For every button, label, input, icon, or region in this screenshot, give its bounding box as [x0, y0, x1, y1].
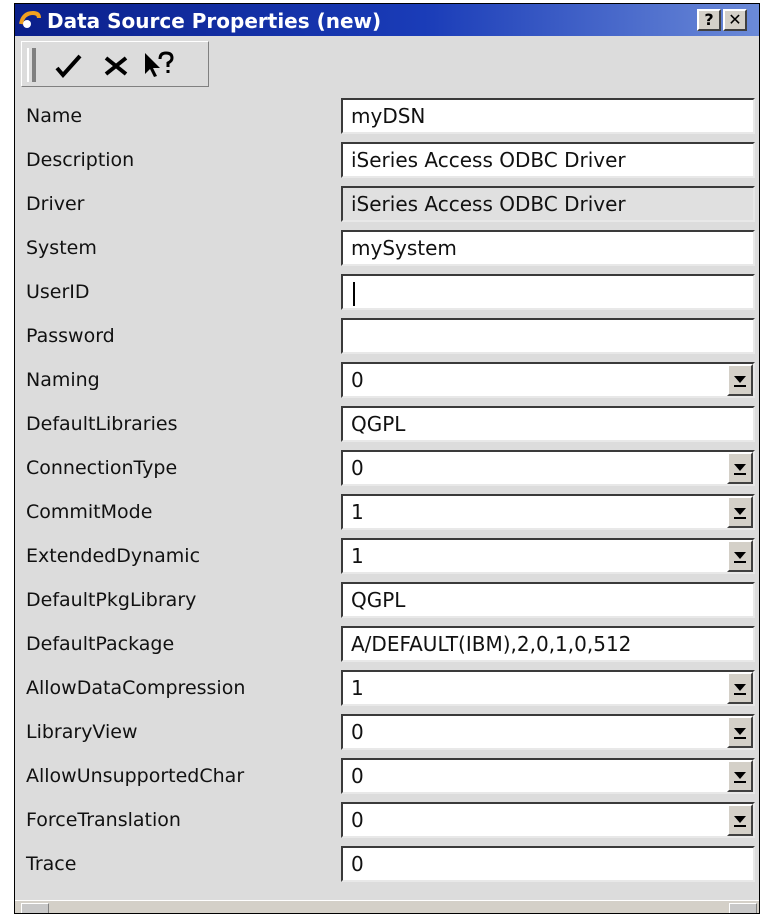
field-driver-input: iSeries Access ODBC Driver [341, 186, 755, 222]
dropdown-button[interactable] [727, 716, 753, 748]
help-button[interactable]: ? [697, 9, 721, 31]
field-defaultpkglibrary-input[interactable]: QGPL [341, 582, 755, 618]
field-allowunsupportedchar-select[interactable]: 0 [341, 758, 755, 794]
field-label-commitmode: CommitMode [26, 501, 153, 523]
dropdown-button[interactable] [727, 540, 753, 572]
field-extendeddynamic-select[interactable]: 1 [341, 538, 755, 574]
field-label-name: Name [26, 105, 83, 127]
scroll-left-button[interactable] [21, 903, 49, 913]
field-label-system: System [26, 237, 97, 259]
field-value: A/DEFAULT(IBM),2,0,1,0,512 [351, 632, 632, 656]
field-value: QGPL [351, 588, 406, 612]
chevron-down-icon [734, 508, 746, 519]
field-libraryview-select[interactable]: 0 [341, 714, 755, 750]
toolbar-grip-line [34, 48, 36, 82]
field-description-input[interactable]: iSeries Access ODBC Driver [341, 142, 755, 178]
field-label-allowunsupportedchar: AllowUnsupportedChar [26, 765, 245, 787]
field-value: 0 [351, 720, 364, 744]
field-defaultpackage-input[interactable]: A/DEFAULT(IBM),2,0,1,0,512 [341, 626, 755, 662]
cancel-x-icon[interactable] [100, 50, 132, 80]
chevron-down-icon [734, 772, 746, 783]
field-password-input[interactable] [341, 318, 755, 354]
field-label-allowdatacompression: AllowDataCompression [26, 677, 246, 699]
window-title: Data Source Properties (new) [47, 9, 382, 33]
scroll-right-button[interactable] [729, 903, 757, 913]
field-value: 1 [351, 676, 364, 700]
field-label-defaultpackage: DefaultPackage [26, 633, 175, 655]
field-trace-input[interactable]: 0 [341, 846, 755, 882]
field-label-defaultpkglibrary: DefaultPkgLibrary [26, 589, 197, 611]
app-icon [19, 10, 41, 28]
field-naming-select[interactable]: 0 [341, 362, 755, 398]
dropdown-button[interactable] [727, 804, 753, 836]
field-system-input[interactable]: mySystem [341, 230, 755, 266]
field-label-extendeddynamic: ExtendedDynamic [26, 545, 201, 567]
dialog-window: Data Source Properties (new) ? ✕ Name myD… [14, 3, 760, 914]
field-value: iSeries Access ODBC Driver [351, 192, 626, 216]
field-connectiontype-select[interactable]: 0 [341, 450, 755, 486]
chevron-down-icon [734, 552, 746, 563]
field-value: myDSN [351, 104, 426, 128]
toolbar-strip [21, 41, 209, 87]
field-commitmode-select[interactable]: 1 [341, 494, 755, 530]
horizontal-scrollbar[interactable] [15, 900, 759, 913]
field-value: 0 [351, 852, 364, 876]
field-label-naming: Naming [26, 369, 100, 391]
field-value: mySystem [351, 236, 457, 260]
field-label-password: Password [26, 325, 115, 347]
field-label-description: Description [26, 149, 135, 171]
field-name-input[interactable]: myDSN [341, 98, 755, 134]
chevron-down-icon [734, 728, 746, 739]
title-bar[interactable]: Data Source Properties (new) ? ✕ [15, 4, 759, 36]
chevron-down-icon [734, 464, 746, 475]
toolbar [15, 36, 215, 92]
field-label-driver: Driver [26, 193, 85, 215]
field-value: 0 [351, 456, 364, 480]
chevron-down-icon [734, 684, 746, 695]
field-userid-input[interactable] [341, 274, 755, 310]
field-label-connectiontype: ConnectionType [26, 457, 178, 479]
dropdown-button[interactable] [727, 452, 753, 484]
field-allowdatacompression-select[interactable]: 1 [341, 670, 755, 706]
field-value: 0 [351, 368, 364, 392]
dropdown-button[interactable] [727, 496, 753, 528]
field-defaultlibraries-input[interactable]: QGPL [341, 406, 755, 442]
field-label-defaultlibraries: DefaultLibraries [26, 413, 178, 435]
field-value: 1 [351, 500, 364, 524]
dropdown-button[interactable] [727, 364, 753, 396]
toolbar-grip[interactable] [27, 48, 34, 82]
field-value: 0 [351, 764, 364, 788]
checkmark-icon[interactable] [52, 50, 84, 80]
dropdown-button[interactable] [727, 760, 753, 792]
close-button[interactable]: ✕ [723, 9, 747, 31]
chevron-down-icon [734, 816, 746, 827]
field-label-userid: UserID [26, 281, 90, 303]
field-label-forcetranslation: ForceTranslation [26, 809, 181, 831]
field-value: iSeries Access ODBC Driver [351, 148, 626, 172]
chevron-down-icon [734, 376, 746, 387]
dropdown-button[interactable] [727, 672, 753, 704]
text-cursor [353, 281, 355, 306]
field-label-trace: Trace [26, 853, 77, 875]
field-value: QGPL [351, 412, 406, 436]
field-value: 0 [351, 808, 364, 832]
field-value: 1 [351, 544, 364, 568]
field-forcetranslation-select[interactable]: 0 [341, 802, 755, 838]
field-label-libraryview: LibraryView [26, 721, 138, 743]
context-help-icon[interactable] [142, 50, 174, 80]
